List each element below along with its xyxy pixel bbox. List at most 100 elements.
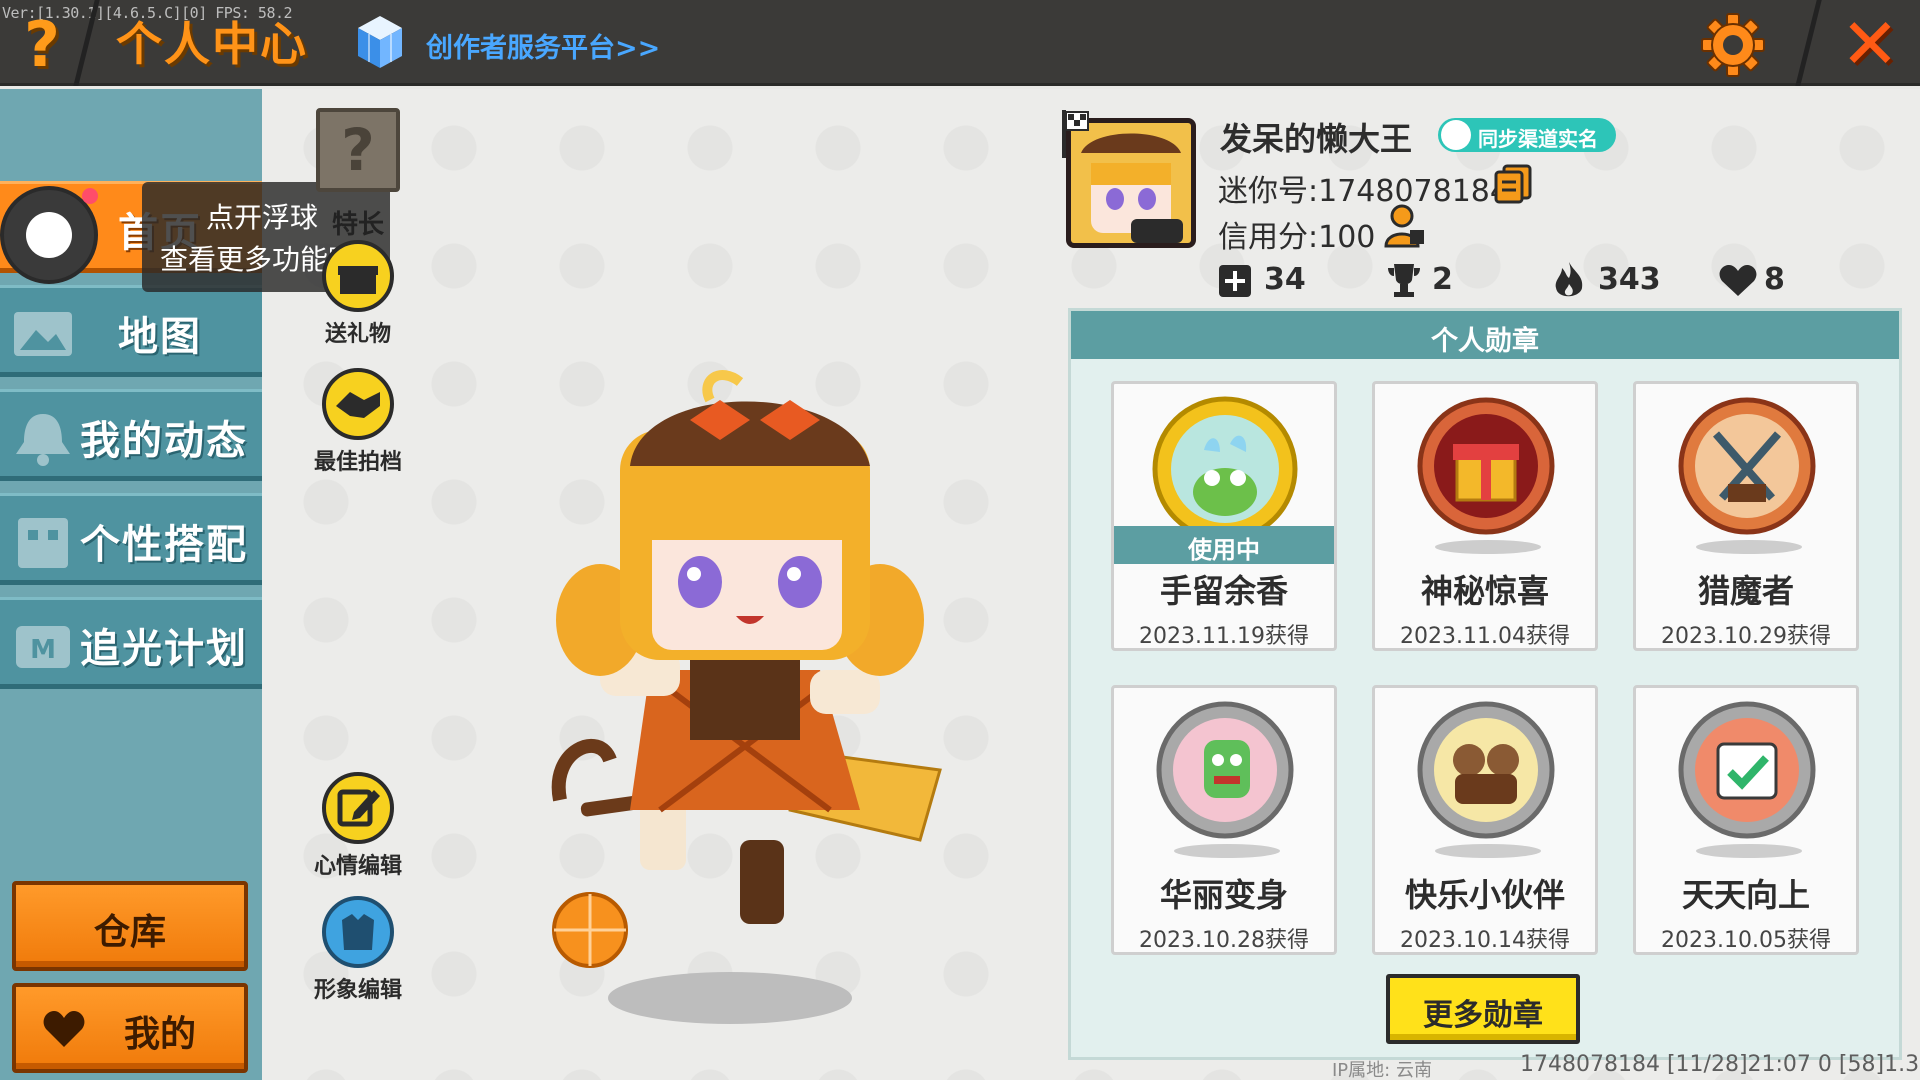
sidebar-item-label: 个性搭配 xyxy=(80,522,248,568)
medal-panel: 个人勋章 使用中 手留余香 2023.11.19获得 神秘惊喜 2023.11.… xyxy=(1068,308,1902,1060)
spotlight-icon: M xyxy=(16,626,70,668)
medal-shadow xyxy=(1696,844,1802,858)
sidebar-item-activity[interactable]: 我的动态 xyxy=(0,389,262,481)
realname-sync-badge[interactable]: 同步渠道实名 xyxy=(1438,118,1616,152)
trophy-count: 2 xyxy=(1432,262,1453,297)
copy-icon[interactable] xyxy=(1494,164,1532,204)
top-bar: Ver:[1.30.1][4.6.5.C][0] FPS: 58.2 ? 个人中… xyxy=(0,0,1920,86)
appearance-edit-button[interactable]: 形象编辑 xyxy=(298,894,418,1004)
skill-slot[interactable]: ? xyxy=(316,108,400,192)
medal-dinosaur-icon xyxy=(1156,701,1294,839)
medal-date: 2023.11.04获得 xyxy=(1400,624,1570,649)
mood-edit-label: 心情编辑 xyxy=(313,854,402,879)
add-friend-icon xyxy=(1219,265,1251,297)
medal-card[interactable]: 神秘惊喜 2023.11.04获得 xyxy=(1372,381,1598,651)
best-partner-label: 最佳拍档 xyxy=(313,450,402,475)
mine-label: 我的 xyxy=(123,1014,196,1055)
sidebar-item-map[interactable]: 地图 xyxy=(0,285,262,377)
warehouse-button[interactable]: 仓库 xyxy=(12,881,248,971)
medal-name: 快乐小伙伴 xyxy=(1404,876,1565,914)
page-title: 个人中心 xyxy=(116,17,308,71)
trophy-icon xyxy=(1388,264,1420,297)
in-use-label: 使用中 xyxy=(1188,536,1260,564)
medal-shadow xyxy=(1435,540,1541,554)
map-icon xyxy=(14,312,72,356)
sidebar-item-label: 我的动态 xyxy=(80,418,248,464)
notification-dot xyxy=(82,188,98,204)
in-use-banner: 使用中 xyxy=(1114,526,1334,564)
friends-count: 34 xyxy=(1264,262,1306,297)
medal-card[interactable]: 天天向上 2023.10.05获得 xyxy=(1633,685,1859,955)
settings-gear-icon[interactable] xyxy=(1700,12,1766,78)
cube-icon xyxy=(358,16,402,68)
gift-icon xyxy=(322,240,394,312)
medal-name: 猎魔者 xyxy=(1697,572,1794,610)
medal-date: 2023.10.29获得 xyxy=(1661,624,1831,649)
medal-name: 手留余香 xyxy=(1159,572,1288,610)
medal-calendar-icon xyxy=(1678,701,1816,839)
medal-name: 华丽变身 xyxy=(1159,876,1288,914)
medal-friends-icon xyxy=(1417,701,1555,839)
medal-panel-title: 个人勋章 xyxy=(1431,326,1539,357)
player-character-avatar[interactable] xyxy=(540,370,980,1040)
medal-shadow xyxy=(1174,844,1280,858)
more-medals-label: 更多勋章 xyxy=(1423,998,1543,1033)
medal-card[interactable]: 猎魔者 2023.10.29获得 xyxy=(1633,381,1859,651)
more-medals-button[interactable]: 更多勋章 xyxy=(1386,974,1580,1044)
outfit-icon xyxy=(322,896,394,968)
mine-button[interactable]: 我的 xyxy=(12,983,248,1073)
popularity-stat: 343 xyxy=(1552,260,1672,300)
wardrobe-icon xyxy=(18,518,68,568)
trophy-stat: 2 xyxy=(1386,260,1486,300)
user-verified-icon xyxy=(1441,120,1471,150)
mini-id: 迷你号:1748078184 xyxy=(1218,174,1509,209)
flag-icon xyxy=(1062,110,1089,158)
help-button[interactable]: ? xyxy=(10,10,74,80)
medal-card[interactable]: 使用中 手留余香 2023.11.19获得 xyxy=(1111,381,1337,651)
debug-info: 1748078184 [11/28]21:07 0 [58]1.30.1 xyxy=(1520,1052,1920,1077)
send-gift-button[interactable]: 送礼物 xyxy=(298,238,418,348)
medal-panel-header: 个人勋章 xyxy=(1071,311,1899,359)
mood-edit-button[interactable]: 心情编辑 xyxy=(298,770,418,880)
likes-count: 8 xyxy=(1764,262,1785,297)
medal-date: 2023.10.28获得 xyxy=(1139,928,1309,953)
close-button[interactable]: ✕ xyxy=(1836,8,1904,80)
credit-person-icon[interactable] xyxy=(1384,204,1426,248)
bell-icon xyxy=(16,414,70,466)
svg-text:M: M xyxy=(30,635,56,665)
edit-pencil-icon xyxy=(322,772,394,844)
medal-frog-icon xyxy=(1152,396,1298,542)
send-gift-label: 送礼物 xyxy=(324,322,391,347)
skill-label: 特长 xyxy=(332,210,385,240)
sidebar-item-outfit[interactable]: 个性搭配 xyxy=(0,493,262,585)
sidebar-item-spotlight[interactable]: M 追光计划 xyxy=(0,597,262,689)
medal-card[interactable]: 快乐小伙伴 2023.10.14获得 xyxy=(1372,685,1598,955)
sidebar-item-label: 地图 xyxy=(118,314,202,360)
question-icon: ? xyxy=(341,116,375,184)
creator-platform-link[interactable]: 创作者服务平台>> xyxy=(426,26,660,65)
medal-swords-icon xyxy=(1678,397,1816,535)
sidebar-item-label: 追光计划 xyxy=(80,626,248,672)
handshake-icon xyxy=(322,368,394,440)
tooltip-line: 点开浮球 xyxy=(206,201,319,234)
friends-stat: 34 xyxy=(1218,260,1318,300)
medal-date: 2023.10.14获得 xyxy=(1400,928,1570,953)
medal-card[interactable]: 华丽变身 2023.10.28获得 xyxy=(1111,685,1337,955)
realname-sync-label: 同步渠道实名 xyxy=(1478,127,1598,151)
flame-icon xyxy=(1555,262,1583,297)
medal-date: 2023.11.19获得 xyxy=(1139,624,1309,649)
divider xyxy=(1795,0,1822,86)
appearance-edit-label: 形象编辑 xyxy=(313,978,402,1003)
popularity-count: 343 xyxy=(1598,262,1661,297)
medal-name: 天天向上 xyxy=(1681,876,1810,914)
medal-shadow xyxy=(1435,844,1541,858)
heart-icon xyxy=(1719,265,1757,296)
likes-stat: 8 xyxy=(1718,260,1818,300)
warehouse-label: 仓库 xyxy=(93,912,166,953)
best-partner-button[interactable]: 最佳拍档 xyxy=(298,366,418,476)
medal-name: 神秘惊喜 xyxy=(1420,572,1549,610)
username: 发呆的懒大王 xyxy=(1220,120,1413,158)
medal-gift-icon xyxy=(1417,397,1555,535)
medal-date: 2023.10.05获得 xyxy=(1661,928,1831,953)
ip-location: IP属地: 云南 xyxy=(1332,1060,1432,1080)
